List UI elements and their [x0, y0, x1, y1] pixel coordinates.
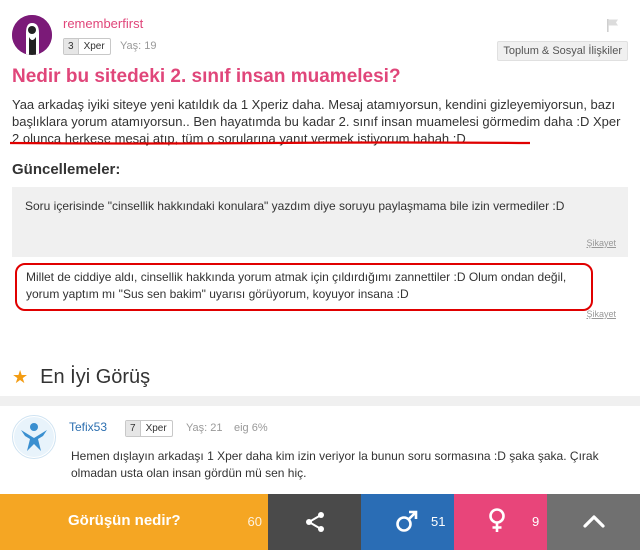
update-text: Soru içerisinde "cinsellik hakkındaki ko…: [25, 199, 565, 213]
answer-username[interactable]: Tefix53: [69, 420, 107, 434]
answer-avatar[interactable]: [12, 415, 56, 459]
male-button[interactable]: 51: [361, 494, 454, 550]
update-item: Soru içerisinde "cinsellik hakkındaki ko…: [12, 187, 628, 257]
flag-icon[interactable]: [606, 18, 620, 32]
avatar-image: [12, 15, 52, 55]
scroll-top-button[interactable]: [547, 494, 640, 550]
chevron-up-icon: [583, 515, 605, 528]
female-icon: [489, 508, 505, 532]
level-number: 3: [64, 39, 79, 54]
bottom-action-bar: Görüşün nedir? 60 51 9: [0, 494, 640, 550]
answer-text: Hemen dışlayın arkadaşı 1 Xper daha kim …: [71, 449, 599, 480]
red-underline-annotation: [10, 141, 530, 145]
level-badge: 7 Xper: [125, 420, 173, 437]
level-badge: 3 Xper: [63, 38, 111, 55]
question-age: Yaş: 19: [120, 40, 157, 52]
female-button[interactable]: 9: [454, 494, 547, 550]
question-avatar[interactable]: [12, 15, 52, 55]
level-label: Xper: [83, 41, 105, 52]
best-answer-heading: ★ En İyi Görüş: [12, 366, 150, 389]
level-number: 7: [126, 421, 141, 436]
red-oval-annotation: [15, 263, 593, 311]
report-link[interactable]: Şikayet: [586, 238, 616, 248]
level-label: Xper: [145, 423, 167, 434]
male-icon: [396, 510, 418, 532]
category-tag[interactable]: Toplum & Sosyal İlişkiler: [497, 41, 628, 61]
share-button[interactable]: [268, 494, 361, 550]
answer-agreement: eig 6%: [234, 422, 268, 434]
avatar-image: [14, 417, 54, 457]
question-title: Nedir bu sitedeki 2. sınıf insan muamele…: [12, 66, 401, 87]
opinion-label: Görüşün nedir?: [68, 512, 181, 529]
report-link[interactable]: Şikayet: [586, 309, 616, 319]
question-body: Yaa arkadaş iyiki siteye yeni katıldık d…: [12, 97, 621, 146]
question-header: rememberfirst 3 Xper Yaş: 19 Toplum & So…: [0, 0, 640, 65]
male-count: 51: [431, 514, 446, 529]
section-divider: [0, 396, 640, 406]
share-icon: [306, 512, 324, 532]
updates-heading: Güncellemeler:: [12, 161, 121, 178]
answer-age: Yaş: 21: [186, 422, 223, 434]
female-count: 9: [532, 514, 540, 529]
opinion-button[interactable]: Görüşün nedir? 60: [0, 494, 268, 550]
question-username[interactable]: rememberfirst: [63, 16, 143, 31]
star-icon: ★: [12, 367, 29, 387]
best-answer-label: En İyi Görüş: [40, 366, 151, 388]
opinion-count: 60: [247, 514, 262, 529]
